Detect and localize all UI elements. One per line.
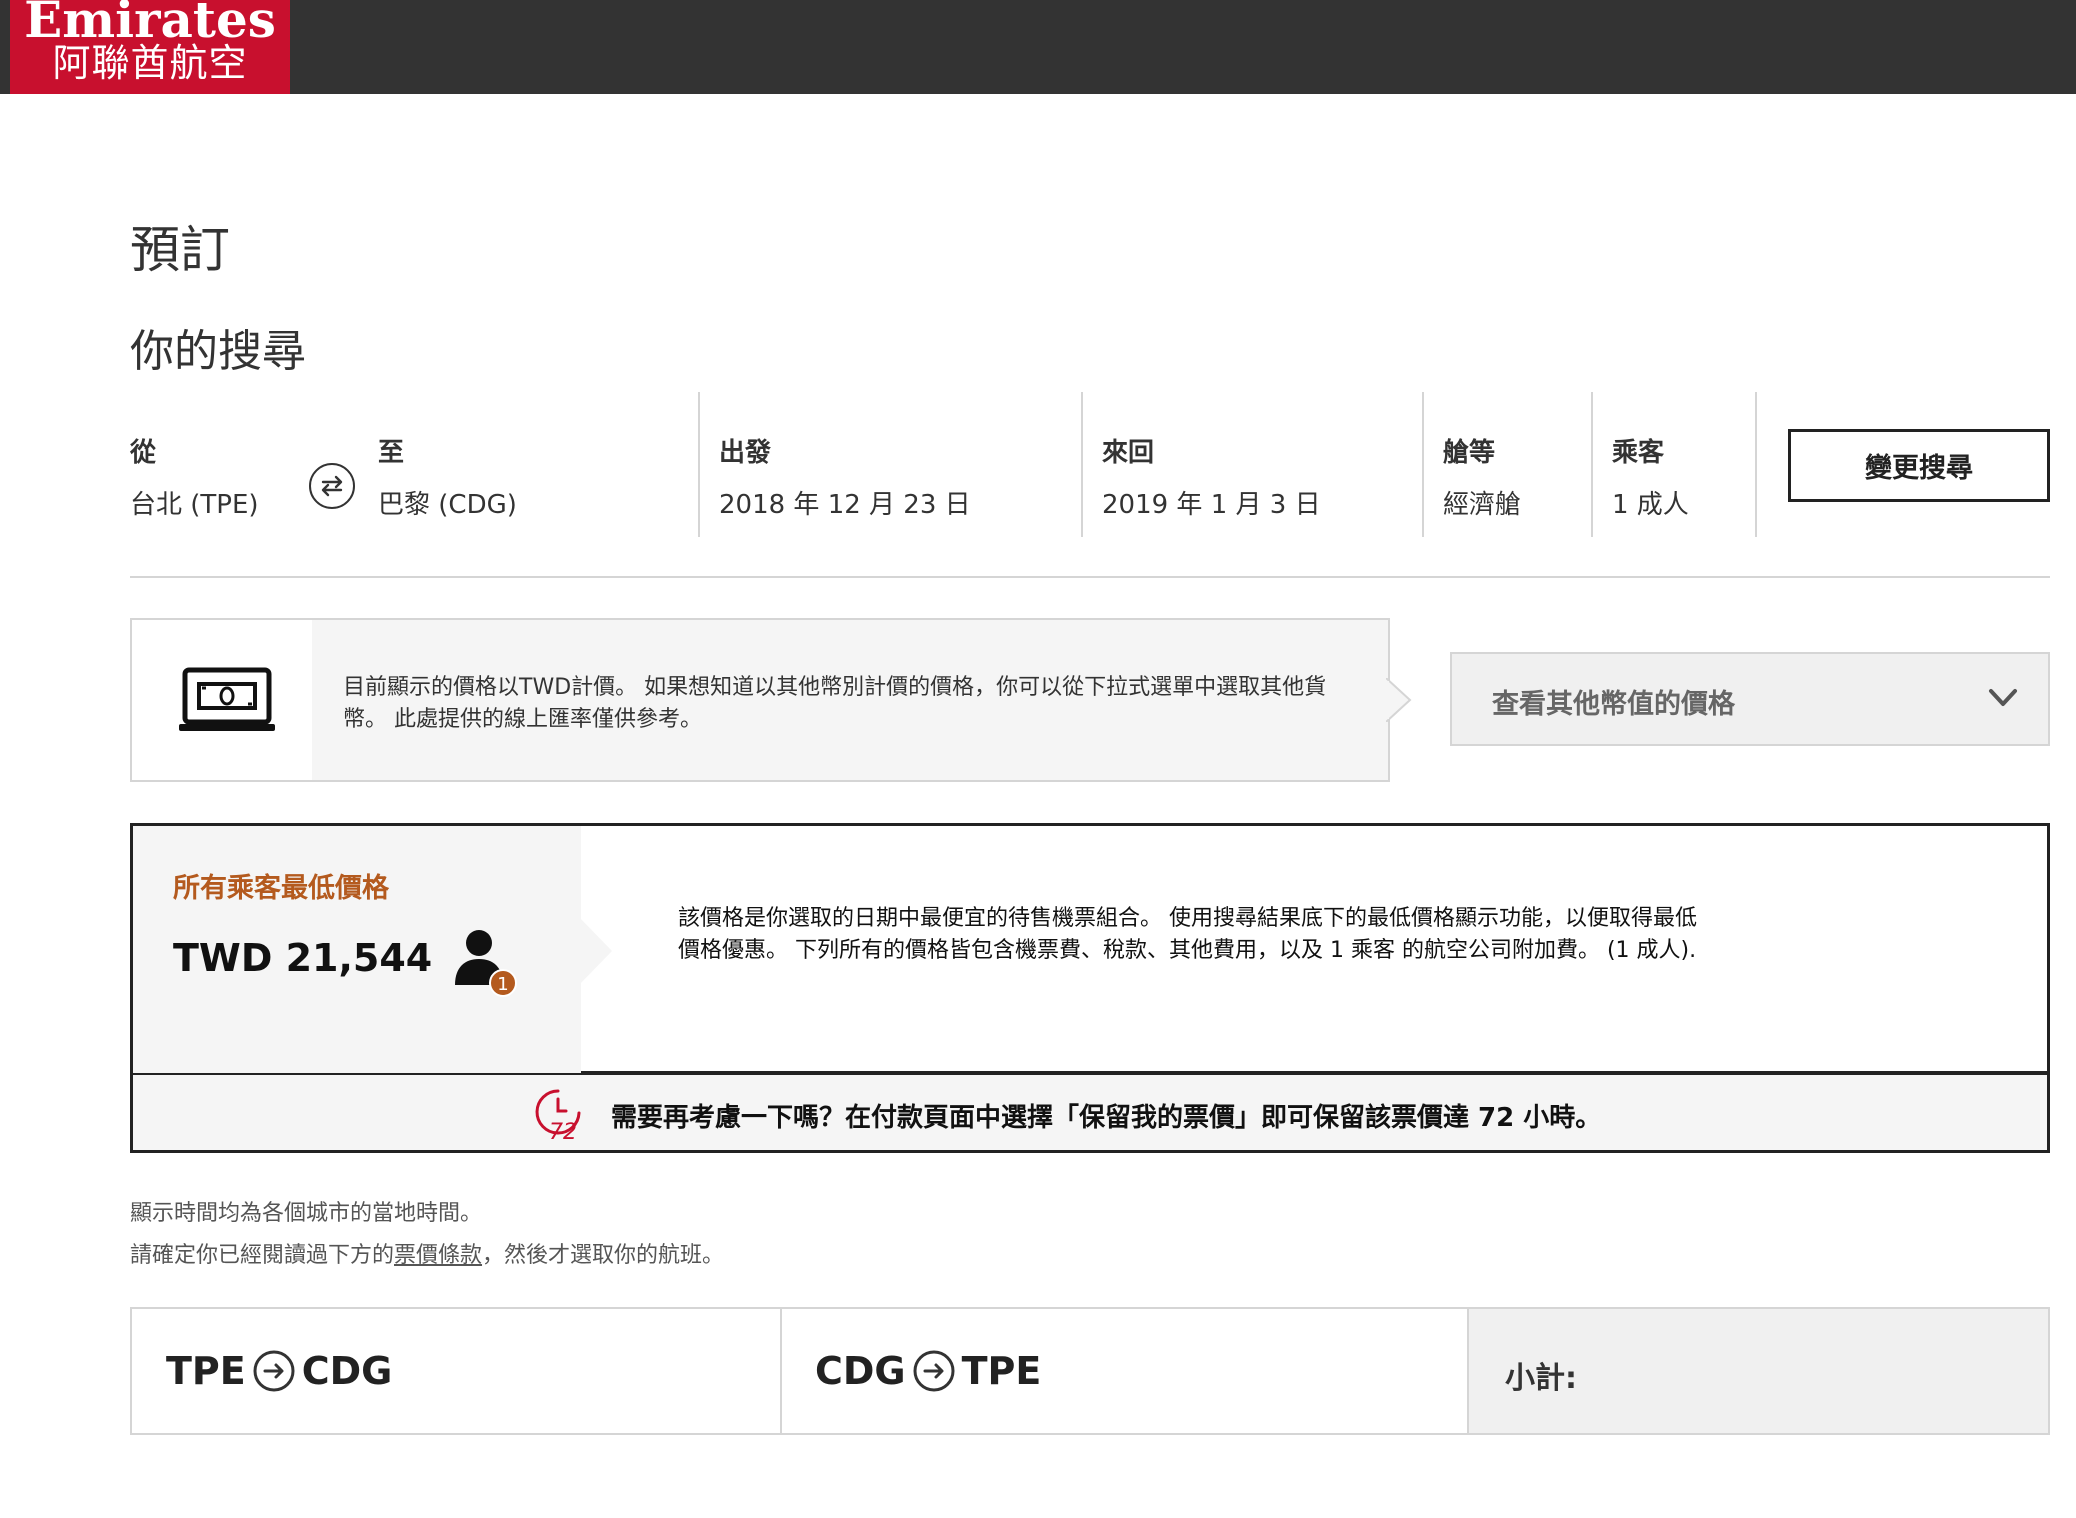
chevron-down-icon	[1989, 689, 2017, 706]
passenger-icon: 1	[455, 930, 517, 997]
inbound-destination-code: TPE	[961, 1349, 1042, 1393]
destination-value: 巴黎 (CDG)	[378, 490, 517, 520]
divider	[1422, 392, 1424, 537]
passenger-count-badge: 1	[497, 974, 508, 995]
arrow-right-icon	[253, 1350, 295, 1392]
passengers-value: 1 成人	[1612, 490, 1689, 520]
emirates-logo[interactable]: Emirates 阿聯酋航空	[10, 0, 290, 94]
cabin-class-value: 經濟艙	[1443, 490, 1522, 520]
pointer-arrow	[1386, 678, 1412, 722]
lowest-price-panel: 所有乘客最低價格 TWD 21,544 1	[133, 826, 581, 1073]
logo-text-zh: 阿聯酋航空	[52, 41, 248, 85]
passengers-field: 乘客 1 成人	[1612, 432, 1689, 521]
fare-rules-note-suffix: ，然後才選取你的航班。	[482, 1243, 725, 1268]
return-label: 來回	[1102, 438, 1155, 468]
fare-rules-note-prefix: 請確定你已經閱讀過下方的	[130, 1243, 395, 1268]
currency-select-label: 查看其他幣值的價格	[1492, 689, 1735, 720]
swap-direction-icon	[309, 463, 355, 509]
currency-info-box: 目前顯示的價格以TWD計價。 如果想知道以其他幣別計價的價格，你可以從下拉式選單…	[130, 618, 1390, 782]
currency-icon-cell	[132, 620, 312, 780]
divider	[1591, 392, 1593, 537]
search-section-title: 你的搜尋	[130, 326, 306, 377]
outbound-leg-tab[interactable]: TPE CDG	[166, 1309, 392, 1433]
outbound-destination-code: CDG	[301, 1349, 393, 1393]
origin-value: 台北 (TPE)	[130, 490, 259, 520]
flight-legs-header: TPE CDG CDG TPE 小計:	[130, 1307, 2050, 1435]
hold-fare-text: 需要再考慮一下嗎？在付款頁面中選擇「保留我的票價」即可保留該票價達 72 小時。	[611, 1103, 1602, 1133]
fare-rules-link[interactable]: 票價條款	[394, 1243, 482, 1268]
lowest-price-value: TWD 21,544	[173, 936, 433, 980]
outbound-origin-code: TPE	[166, 1349, 246, 1393]
inbound-origin-code: CDG	[815, 1349, 906, 1393]
section-divider	[130, 576, 2050, 578]
lowest-price-title: 所有乘客最低價格	[173, 873, 389, 904]
divider	[1755, 392, 1757, 537]
lowest-price-description: 該價格是你選取的日期中最便宜的待售機票組合。 使用搜尋結果底下的最低價格顯示功能…	[678, 906, 1697, 963]
cabin-class-label: 艙等	[1443, 438, 1496, 468]
cabin-class-field: 艙等 經濟艙	[1443, 432, 1521, 521]
change-search-button[interactable]: 變更搜尋	[1788, 429, 2050, 502]
clock-72-icon: 72	[535, 1089, 581, 1141]
local-time-note: 顯示時間均為各個城市的當地時間。	[130, 1201, 483, 1226]
departure-date-field: 出發 2018 年 12 月 23 日	[719, 432, 971, 521]
top-navigation-bar: Emirates 阿聯酋航空	[0, 0, 2076, 94]
inbound-leg-tab[interactable]: CDG TPE	[815, 1309, 1041, 1433]
origin-label: 從	[130, 438, 157, 468]
origin-field: 從 台北 (TPE)	[130, 432, 259, 521]
subtotal-cell: 小計:	[1469, 1309, 2048, 1433]
divider	[780, 1309, 782, 1433]
hold-fare-banner: 72 需要再考慮一下嗎？在付款頁面中選擇「保留我的票價」即可保留該票價達 72 …	[130, 1073, 2050, 1153]
currency-info-text: 目前顯示的價格以TWD計價。 如果想知道以其他幣別計價的價格，你可以從下拉式選單…	[343, 675, 1327, 732]
currency-select-dropdown[interactable]: 查看其他幣值的價格	[1450, 652, 2050, 746]
divider	[1081, 392, 1083, 537]
departure-label: 出發	[719, 438, 772, 468]
laptop-money-icon	[179, 667, 275, 731]
arrow-right-icon	[913, 1350, 955, 1392]
page-title: 預訂	[130, 221, 230, 279]
lowest-price-box: 所有乘客最低價格 TWD 21,544 1 該價格是你選取的日期中最便宜的待售機…	[130, 823, 2050, 1073]
subtotal-label: 小計:	[1505, 1361, 1577, 1396]
clock-number: 72	[549, 1120, 577, 1141]
return-value: 2019 年 1 月 3 日	[1102, 490, 1321, 520]
divider	[698, 392, 700, 537]
return-date-field: 來回 2019 年 1 月 3 日	[1102, 432, 1321, 521]
passengers-label: 乘客	[1612, 438, 1665, 468]
destination-label: 至	[378, 438, 405, 468]
destination-field: 至 巴黎 (CDG)	[378, 432, 517, 521]
departure-value: 2018 年 12 月 23 日	[719, 490, 971, 520]
fare-rules-note: 請確定你已經閱讀過下方的票價條款，然後才選取你的航班。	[130, 1237, 724, 1269]
logo-text-en: Emirates	[24, 0, 276, 40]
search-summary: 從 台北 (TPE) 至 巴黎 (CDG) 出發 2018 年 12 月 23 …	[130, 392, 2050, 537]
pointer-arrow	[578, 916, 612, 986]
